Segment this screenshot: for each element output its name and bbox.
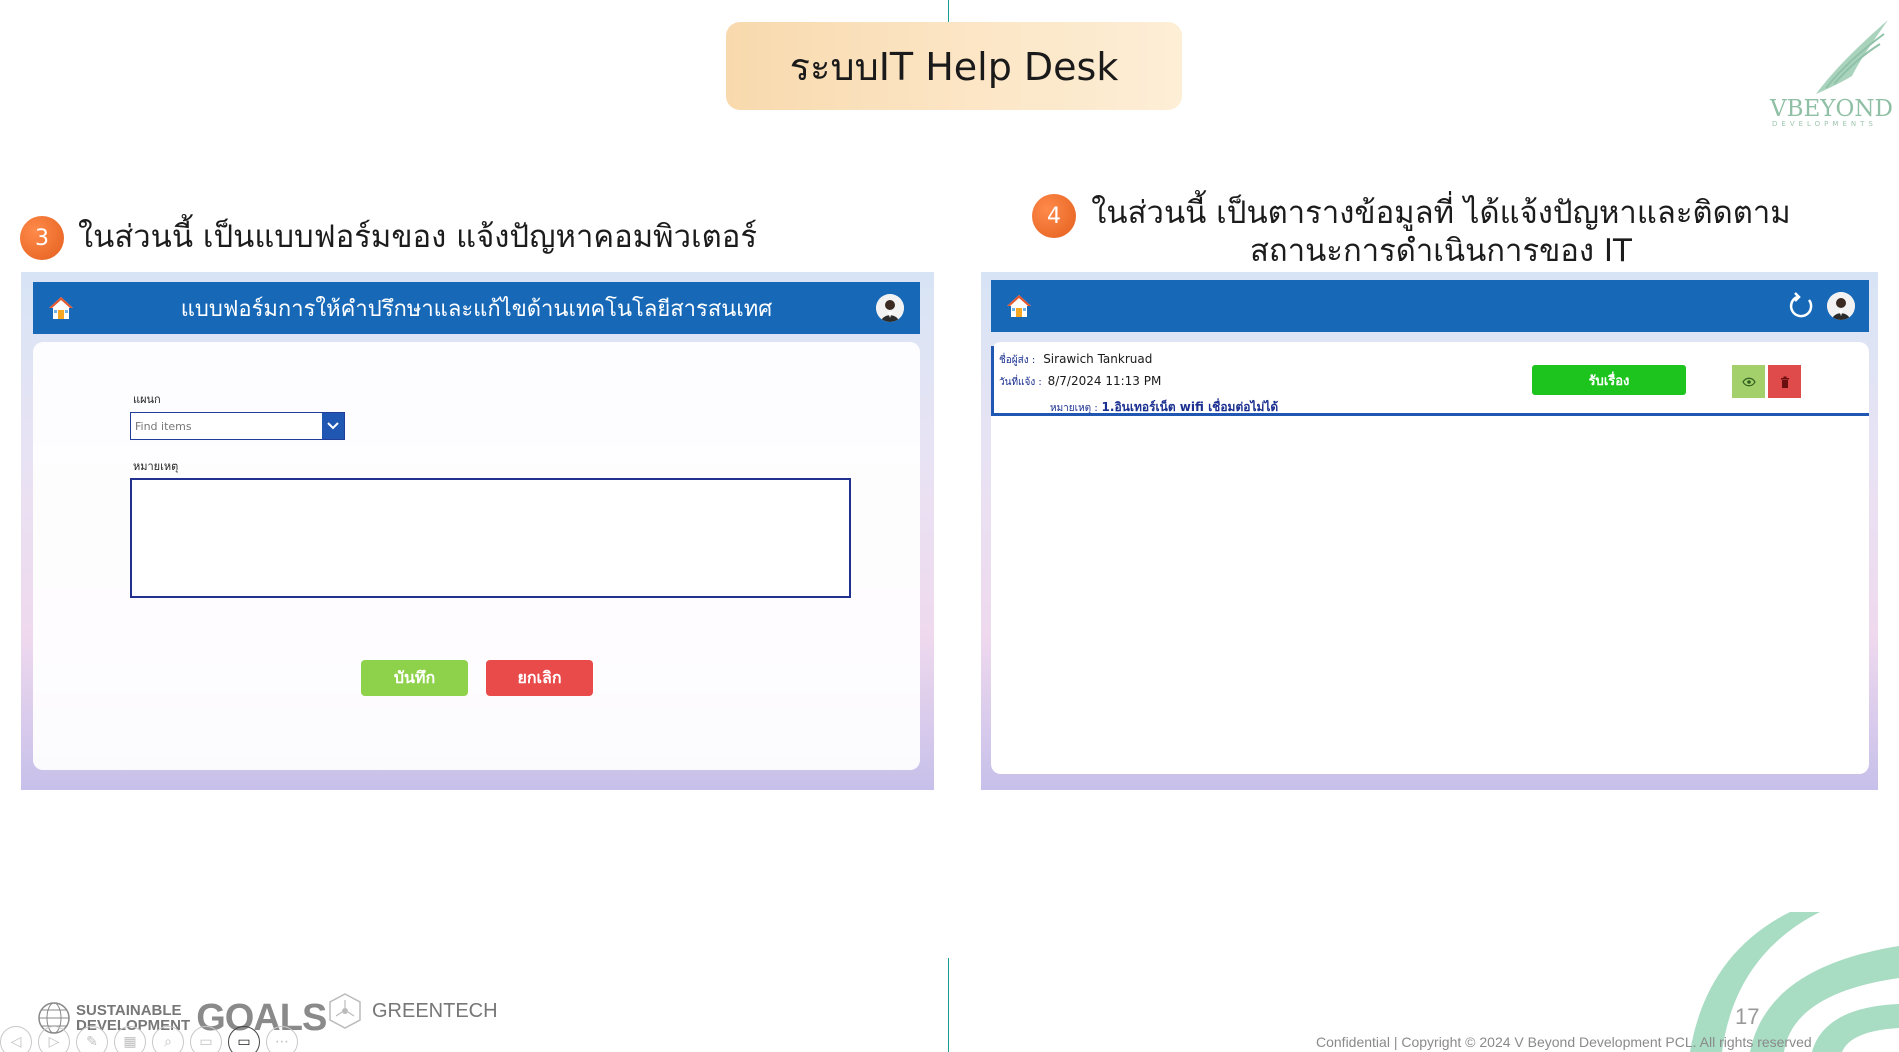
avatar[interactable] (1827, 292, 1855, 320)
eye-icon (1741, 377, 1756, 386)
save-button[interactable]: บันทึก (361, 660, 468, 696)
form-app-header: แบบฟอร์มการให้คำปรึกษาและแก้ไขด้านเทคโนโ… (33, 282, 920, 334)
play-icon: ▷ (48, 1034, 60, 1050)
home-icon[interactable] (1005, 293, 1033, 319)
more-icon: ⋯ (275, 1034, 289, 1050)
form-card: แผนก Find items หมายเหตุ บันทึก ยกเลิก (33, 342, 920, 770)
step-text: ในส่วนนี้ เป็นแบบฟอร์มของ แจ้งปัญหาคอมพิ… (78, 219, 757, 255)
ticket-list-app-screenshot: ชื่อผู้ส่ง : Sirawich Tankruad วันที่แจ้ง… (981, 272, 1878, 790)
date-value: 8/7/2024 11:13 PM (1047, 374, 1162, 388)
refresh-icon[interactable] (1787, 292, 1815, 320)
ticket-date: วันที่แจ้ง : 8/7/2024 11:13 PM (999, 374, 1161, 390)
department-placeholder: Find items (135, 419, 192, 433)
subtitles-button[interactable]: ▭ (190, 1026, 222, 1052)
step-badge: 3 (20, 216, 64, 260)
divider-top (948, 0, 949, 22)
date-label: วันที่แจ้ง : (999, 377, 1042, 388)
slideshow-toolbar: ◁ ▷ ✎ ▦ ⌕ ▭ ▭ ⋯ (0, 1026, 298, 1052)
note-textarea[interactable] (130, 478, 851, 598)
dropdown-button[interactable] (322, 413, 344, 439)
ticket-sender: ชื่อผู้ส่ง : Sirawich Tankruad (999, 352, 1152, 368)
ticket-row[interactable]: ชื่อผู้ส่ง : Sirawich Tankruad วันที่แจ้ง… (991, 346, 1869, 416)
page-number: 17 (1735, 1004, 1760, 1029)
department-dropdown[interactable]: Find items (130, 412, 345, 440)
note-label: หมายเหตุ (133, 460, 179, 473)
greentech-logo: GREENTECH (326, 992, 498, 1030)
sender-label: ชื่อผู้ส่ง : (999, 355, 1036, 366)
chevron-down-icon (327, 422, 339, 430)
ticket-note: หมายเหตุ : 1.อินเทอร์เน็ต wifi เชื่อมต่อ… (1050, 398, 1278, 417)
copyright-text: Confidential | Copyright © 2024 V Beyond… (1316, 1034, 1812, 1050)
ticket-list-card: ชื่อผู้ส่ง : Sirawich Tankruad วันที่แจ้ง… (991, 342, 1869, 774)
video-camera-icon: ▭ (237, 1034, 251, 1050)
pen-icon: ✎ (86, 1034, 98, 1050)
divider-bottom (948, 958, 949, 1052)
view-button[interactable] (1732, 365, 1765, 398)
previous-slide-button[interactable]: ◁ (0, 1026, 32, 1052)
greentech-text: GREENTECH (372, 999, 498, 1022)
step-badge: 4 (1032, 194, 1076, 238)
sdg-line-1: SUSTAINABLE (76, 1002, 182, 1019)
step-3: 3 ในส่วนนี้ เป็นแบบฟอร์มของ แจ้งปัญหาคอม… (20, 216, 757, 260)
logo-subtext: DEVELOPMENTS (1772, 120, 1877, 128)
list-app-header (991, 280, 1869, 332)
greentech-hexagon-icon (329, 993, 361, 1029)
avatar[interactable] (876, 294, 904, 322)
camera-button[interactable]: ▭ (228, 1026, 260, 1052)
chevron-left-icon: ◁ (10, 1034, 22, 1050)
grid-icon: ▦ (123, 1034, 137, 1050)
more-options-button[interactable]: ⋯ (266, 1026, 298, 1052)
note-value: 1.อินเทอร์เน็ต wifi เชื่อมต่อไม่ได้ (1101, 400, 1279, 414)
next-slide-button[interactable]: ▷ (38, 1026, 70, 1052)
step-text-line-1: ในส่วนนี้ เป็นตารางข้อมูลที่ ได้แจ้งปัญห… (1091, 195, 1791, 231)
sender-value: Sirawich Tankruad (1043, 352, 1153, 366)
logo-wordmark: VBEYOND (1770, 96, 1893, 122)
accept-ticket-button[interactable]: รับเรื่อง (1532, 365, 1686, 395)
user-avatar-icon (876, 294, 904, 322)
zoom-button[interactable]: ⌕ (152, 1026, 184, 1052)
form-app-screenshot: แบบฟอร์มการให้คำปรึกษาและแก้ไขด้านเทคโนโ… (21, 272, 934, 790)
slides-button[interactable]: ▦ (114, 1026, 146, 1052)
wing-logo-icon (1816, 20, 1888, 94)
note-label: หมายเหตุ : (1050, 403, 1098, 414)
pen-button[interactable]: ✎ (76, 1026, 108, 1052)
trash-icon (1780, 376, 1789, 388)
delete-button[interactable] (1768, 365, 1801, 398)
vbeyond-logo: VBEYOND DEVELOPMENTS (1762, 18, 1893, 128)
cancel-button[interactable]: ยกเลิก (486, 660, 593, 696)
user-avatar-icon (1827, 292, 1855, 320)
step-text-line-2: สถานะการดำเนินการของ IT (1250, 233, 1632, 269)
home-icon[interactable] (47, 295, 75, 321)
subtitles-icon: ▭ (199, 1034, 213, 1050)
step-text: ในส่วนนี้ เป็นตารางข้อมูลที่ ได้แจ้งปัญห… (1086, 194, 1796, 270)
search-icon: ⌕ (164, 1034, 172, 1050)
step-4: 4 ในส่วนนี้ เป็นตารางข้อมูลที่ ได้แจ้งปั… (1032, 194, 1796, 270)
department-label: แผนก (133, 393, 161, 406)
slide-title: ระบบIT Help Desk (726, 22, 1182, 110)
decorative-arcs (1690, 912, 1899, 1052)
form-title: แบบฟอร์มการให้คำปรึกษาและแก้ไขด้านเทคโนโ… (180, 296, 773, 322)
